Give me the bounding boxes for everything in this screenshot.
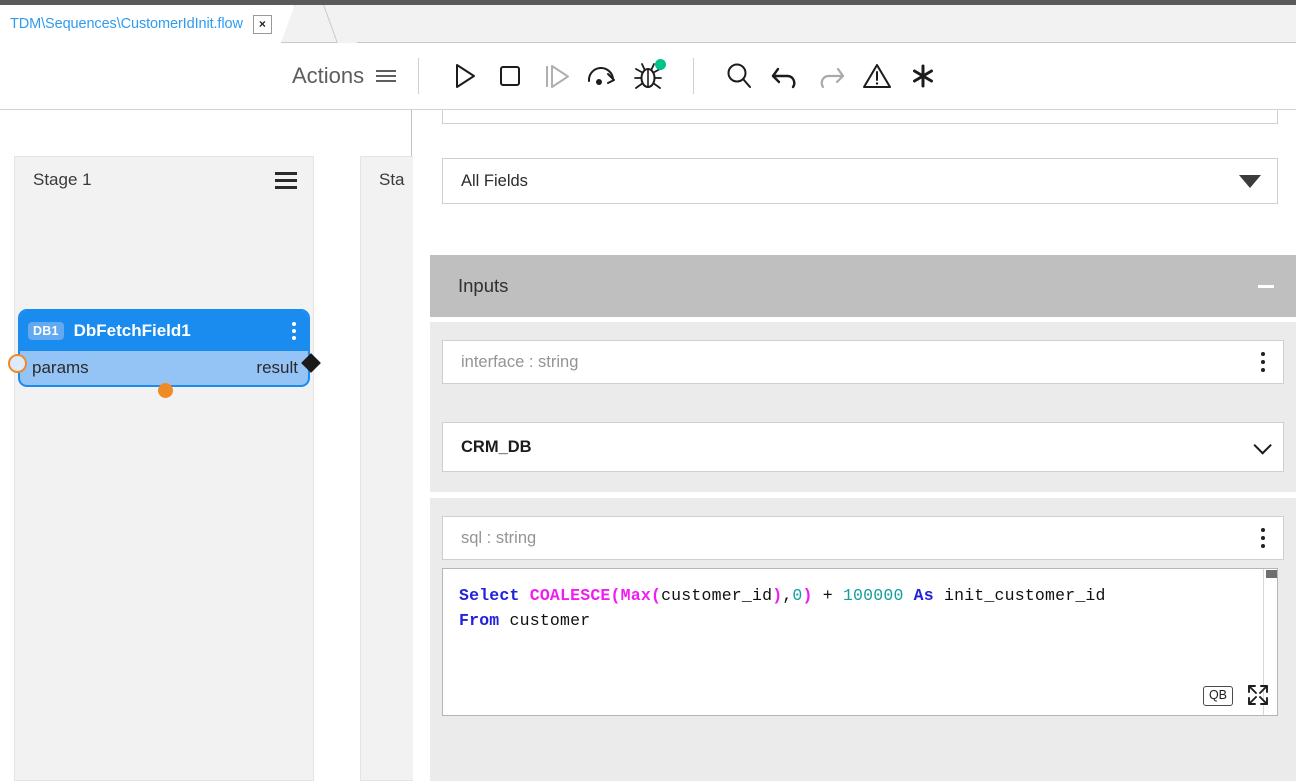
sql-label-field[interactable]: sql : string — [442, 516, 1284, 560]
undo-icon[interactable] — [762, 53, 808, 99]
application-window: TDM\Sequences\CustomerIdInit.flow × Acti… — [0, 0, 1296, 781]
sql-token: Max — [620, 586, 651, 605]
inputs-section-title: Inputs — [458, 275, 509, 296]
node-bottom-connector-handle[interactable] — [158, 383, 173, 398]
interface-value: CRM_DB — [461, 437, 532, 456]
toolbar-divider-2 — [693, 58, 695, 94]
interface-field-menu-icon[interactable] — [1261, 352, 1265, 372]
input-group-interface: interface : string CRM_DB — [430, 322, 1296, 492]
warning-icon[interactable] — [854, 53, 900, 99]
sql-editor-scrollbar-thumb[interactable] — [1266, 570, 1277, 578]
node-input-port-handle[interactable] — [8, 354, 27, 373]
fields-select[interactable]: All Fields — [442, 158, 1278, 204]
sql-token: 100000 — [842, 586, 904, 605]
fields-select-value: All Fields — [461, 171, 528, 190]
node-input-port-label: params — [32, 358, 89, 377]
stage-title: Stage 1 — [33, 170, 92, 189]
step-over-icon[interactable] — [579, 53, 625, 99]
interface-label-field[interactable]: interface : string — [442, 340, 1284, 384]
interface-label: interface : string — [461, 352, 579, 371]
stage-title: Sta — [379, 170, 405, 189]
sql-token: COALESCE — [529, 586, 611, 605]
node-title: DbFetchField1 — [73, 321, 191, 340]
sql-token: 0 — [792, 586, 803, 605]
node-output-port-label: result — [256, 358, 298, 377]
stage-menu-icon[interactable] — [275, 171, 297, 189]
node-type-badge: DB1 — [28, 321, 64, 341]
step-into-icon[interactable] — [533, 53, 579, 99]
search-icon[interactable] — [716, 53, 762, 99]
menu-icon[interactable] — [376, 70, 397, 82]
node-header: DB1 DbFetchField1 — [20, 311, 308, 351]
flow-node-dbfetchfield1[interactable]: DB1 DbFetchField1 params result — [8, 305, 321, 398]
tab-bar: TDM\Sequences\CustomerIdInit.flow × — [0, 5, 1296, 43]
sql-token: ) — [772, 586, 783, 605]
chevron-down-icon[interactable] — [1253, 435, 1272, 455]
sql-token: Select — [459, 586, 530, 605]
stage-header: Stage 1 — [15, 157, 313, 190]
node-box[interactable]: DB1 DbFetchField1 params result — [18, 309, 310, 387]
sql-field-menu-icon[interactable] — [1261, 528, 1265, 548]
tab-close-icon[interactable]: × — [253, 15, 272, 34]
expand-editor-icon[interactable] — [1243, 680, 1273, 710]
workspace: Stage 1 Sta DB1 DbFetchField1 params res… — [0, 110, 1296, 781]
redo-icon[interactable] — [808, 53, 854, 99]
tab-tail-divider — [323, 5, 357, 43]
debug-icon[interactable] — [625, 53, 671, 99]
toolbar: Actions — [0, 43, 1296, 110]
sql-token: ( — [650, 586, 662, 605]
tab-customeridinit-flow[interactable]: TDM\Sequences\CustomerIdInit.flow × — [0, 5, 295, 43]
clipped-field-above[interactable] — [442, 110, 1278, 124]
sql-token: ( — [610, 586, 621, 605]
tab-label: TDM\Sequences\CustomerIdInit.flow — [10, 16, 243, 32]
sql-token: From — [459, 611, 510, 630]
sql-token: As — [903, 586, 944, 605]
flow-canvas[interactable]: Stage 1 Sta DB1 DbFetchField1 params res… — [0, 110, 660, 781]
collapse-section-icon[interactable] — [1258, 284, 1274, 288]
chevron-down-icon[interactable] — [1239, 174, 1261, 188]
node-menu-icon[interactable] — [292, 322, 296, 340]
stage-panel-1[interactable]: Stage 1 — [14, 156, 314, 781]
sql-token: customer_id — [661, 586, 773, 605]
sql-token: , — [782, 586, 793, 605]
sql-code-text[interactable]: Select COALESCE(Max(customer_id),0) + 10… — [443, 569, 1277, 633]
asterisk-icon[interactable] — [900, 53, 946, 99]
sql-token: customer — [509, 611, 591, 630]
run-icon[interactable] — [441, 53, 487, 99]
inputs-section-header[interactable]: Inputs — [430, 255, 1296, 317]
node-ports-row: params result — [20, 351, 308, 385]
properties-panel: All Fields Inputs interface : string CRM… — [413, 110, 1296, 781]
sql-token: + — [812, 586, 843, 605]
sql-token: ) — [802, 586, 813, 605]
query-builder-button[interactable]: QB — [1202, 686, 1233, 706]
sql-label: sql : string — [461, 528, 537, 547]
stop-icon[interactable] — [487, 53, 533, 99]
toolbar-divider-1 — [418, 58, 420, 94]
sql-token: init_customer_id — [944, 586, 1106, 605]
interface-value-select[interactable]: CRM_DB — [442, 422, 1284, 472]
sql-code-editor[interactable]: Select COALESCE(Max(customer_id),0) + 10… — [442, 568, 1278, 716]
actions-label: Actions — [292, 63, 365, 88]
